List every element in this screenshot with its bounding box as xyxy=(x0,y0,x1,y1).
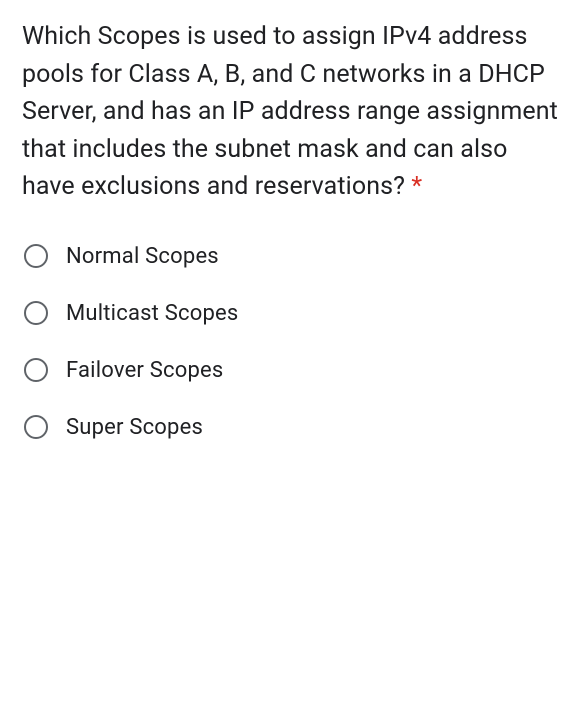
question-text: Which Scopes is used to assign IPv4 addr… xyxy=(22,18,558,206)
option-multicast-scopes[interactable]: Multicast Scopes xyxy=(24,301,558,326)
radio-icon xyxy=(24,358,48,382)
option-normal-scopes[interactable]: Normal Scopes xyxy=(24,244,558,269)
option-label: Super Scopes xyxy=(66,415,203,440)
option-super-scopes[interactable]: Super Scopes xyxy=(24,415,558,440)
radio-icon xyxy=(24,301,48,325)
options-group: Normal Scopes Multicast Scopes Failover … xyxy=(22,244,558,440)
option-label: Normal Scopes xyxy=(66,244,219,269)
radio-icon xyxy=(24,244,48,268)
option-failover-scopes[interactable]: Failover Scopes xyxy=(24,358,558,383)
option-label: Failover Scopes xyxy=(66,358,223,383)
required-marker: * xyxy=(411,172,422,201)
radio-icon xyxy=(24,415,48,439)
question-body: Which Scopes is used to assign IPv4 addr… xyxy=(22,22,558,201)
option-label: Multicast Scopes xyxy=(66,301,238,326)
